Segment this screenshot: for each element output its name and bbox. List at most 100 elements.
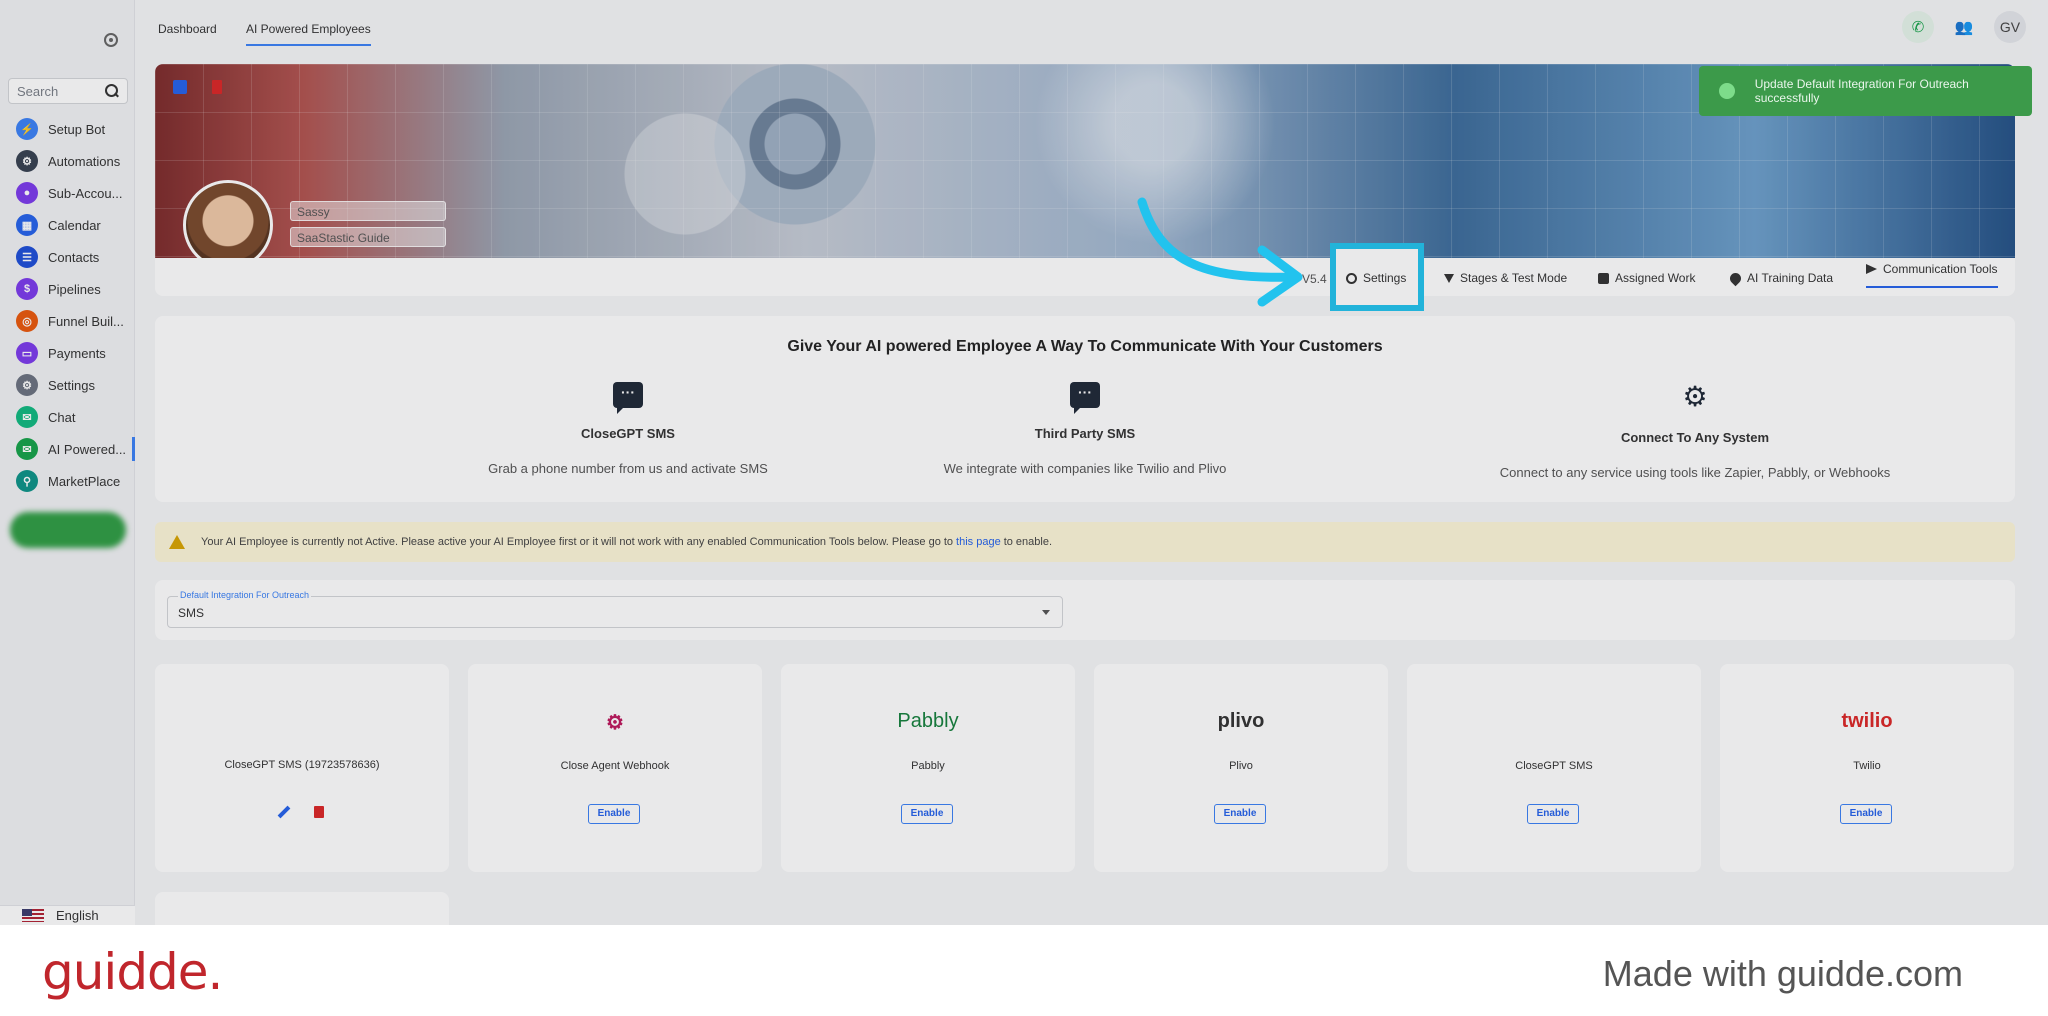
search-input[interactable]: Search: [8, 78, 128, 104]
integration-name: Close Agent Webhook: [560, 760, 670, 772]
sidebar-item-pipelines[interactable]: $ Pipelines: [0, 273, 135, 305]
sidebar-item-setup-bot[interactable]: ⚡ Setup Bot: [0, 113, 135, 145]
edit-icon[interactable]: [277, 805, 291, 819]
send-icon: [1866, 264, 1877, 274]
enable-button[interactable]: Enable: [1840, 804, 1892, 824]
tab-settings-label: Settings: [1363, 271, 1407, 285]
sidebar-item-label: Pipelines: [48, 281, 101, 297]
check-circle-icon: [1719, 83, 1735, 99]
option-desc: Connect to any service using tools like …: [1499, 465, 1891, 480]
sidebar-item-calendar[interactable]: ▦ Calendar: [0, 209, 135, 241]
robot-icon: [1346, 272, 1357, 284]
avatar[interactable]: [183, 180, 273, 270]
option-third-party-sms[interactable]: ··· Third Party SMS We integrate with co…: [825, 382, 1345, 476]
tab-communication-label: Communication Tools: [1883, 262, 1998, 276]
sidebar-item-label: Contacts: [48, 249, 100, 265]
sidebar-item-ai-powered[interactable]: ✉ AI Powered...: [0, 433, 135, 465]
language-label: English: [56, 908, 99, 923]
option-title: Third Party SMS: [1034, 426, 1136, 441]
integration-card-closegpt-sms-number: CloseGPT SMS (19723578636): [155, 664, 449, 872]
sidebar-nav: ⚡ Setup Bot ⚙ Automations ● Sub-Accou... ▦ Cale…: [0, 113, 135, 497]
chevron-down-icon: [1042, 610, 1050, 615]
outreach-panel: Default Integration For Outreach SMS: [155, 580, 2015, 640]
sidebar-item-icon: ⚙: [16, 150, 38, 172]
sidebar-item-label: Automations: [48, 153, 121, 169]
outreach-label: Default Integration For Outreach: [178, 590, 312, 600]
sidebar-item-funnel-buil[interactable]: ◎ Funnel Buil...: [0, 305, 135, 337]
sidebar-item-icon: $: [16, 278, 38, 300]
tab-stages-test-mode[interactable]: Stages & Test Mode: [1444, 268, 1567, 288]
chat-bubble-icon: ···: [613, 382, 643, 414]
sidebar-item-label: Payments: [48, 345, 106, 361]
integration-card-plivo: plivo Plivo Enable: [1094, 664, 1388, 872]
tab-ai-training-data[interactable]: AI Training Data: [1727, 268, 1834, 288]
sidebar-item-label: Setup Bot: [48, 121, 106, 137]
sidebar-item-icon: ◎: [16, 310, 38, 332]
search-icon[interactable]: [105, 84, 119, 98]
image-icon[interactable]: [173, 80, 187, 94]
us-flag-icon: [22, 909, 44, 922]
employee-name-field[interactable]: Sassy: [290, 201, 446, 221]
sidebar-item-icon: ⚲: [16, 470, 38, 492]
option-title: CloseGPT SMS: [581, 426, 675, 441]
outreach-value: SMS: [178, 606, 205, 620]
sidebar-item-icon: ⚙: [16, 374, 38, 396]
trash-icon[interactable]: [212, 80, 222, 94]
sidebar-item-icon: ✉: [16, 406, 38, 428]
enable-button[interactable]: Enable: [588, 804, 640, 824]
sidebar-item-chat[interactable]: ✉ Chat: [0, 401, 135, 433]
enable-button[interactable]: Enable: [1214, 804, 1266, 824]
collapse-sidebar-icon[interactable]: [104, 33, 118, 47]
warning-icon: [169, 535, 185, 549]
webhook-icon: ⚙: [606, 712, 624, 734]
toast-message: Update Default Integration For Outreach …: [1754, 77, 1969, 105]
user-avatar[interactable]: GV: [1994, 11, 2026, 43]
tab-dashboard[interactable]: Dashboard: [158, 22, 217, 36]
sidebar-item-icon: ⚡: [16, 118, 38, 140]
enable-button[interactable]: Enable: [901, 804, 953, 824]
top-bar: Dashboard AI Powered Employees ✆ 👥 GV: [136, 0, 2048, 60]
tab-assigned-work[interactable]: Assigned Work: [1598, 268, 1695, 288]
option-closegpt-sms[interactable]: ··· CloseGPT SMS Grab a phone number fro…: [368, 382, 888, 476]
success-toast: Update Default Integration For Outreach …: [1699, 66, 2032, 116]
users-icon[interactable]: 👥: [1948, 11, 1980, 43]
outreach-select[interactable]: Default Integration For Outreach SMS: [167, 590, 1063, 628]
sidebar-item-icon: ▦: [16, 214, 38, 236]
twilio-logo: twilio: [1841, 710, 1893, 732]
plivo-logo: plivo: [1217, 710, 1265, 732]
integration-card-closegpt-sms: CloseGPT SMS Enable: [1407, 664, 1701, 872]
phone-icon[interactable]: ✆: [1902, 11, 1934, 43]
sidebar-item-icon: ☰: [16, 246, 38, 268]
tab-ai-powered-employees[interactable]: AI Powered Employees: [246, 22, 371, 46]
communication-title: Give Your AI powered Employee A Way To C…: [787, 338, 1383, 355]
warning-link[interactable]: this page: [956, 536, 1001, 548]
webhook-icon: ⚙: [1682, 381, 1708, 412]
sidebar-item-automations[interactable]: ⚙ Automations: [0, 145, 135, 177]
delete-icon[interactable]: [314, 806, 324, 818]
sidebar: Search ⚡ Setup Bot ⚙ Automations ● Sub-Accou.…: [0, 0, 135, 925]
warning-text: Your AI Employee is currently not Active…: [201, 536, 954, 548]
sidebar-item-contacts[interactable]: ☰ Contacts: [0, 241, 135, 273]
blurred-button[interactable]: [10, 512, 126, 548]
sidebar-item-settings[interactable]: ⚙ Settings: [0, 369, 135, 401]
enable-button[interactable]: Enable: [1527, 804, 1579, 824]
sidebar-item-label: Sub-Accou...: [48, 185, 123, 201]
sidebar-item-payments[interactable]: ▭ Payments: [0, 337, 135, 369]
employee-role-field[interactable]: SaaStastic Guide: [290, 227, 446, 247]
tab-settings[interactable]: Settings: [1346, 268, 1406, 288]
sidebar-item-label: Settings: [48, 377, 95, 393]
language-selector[interactable]: English: [0, 905, 135, 925]
sidebar-item-label: Funnel Buil...: [48, 313, 124, 329]
option-connect-any-system[interactable]: ⚙ Connect To Any System Connect to any s…: [1435, 381, 1955, 481]
integration-card-twilio: twilio Twilio Enable: [1720, 664, 2014, 872]
briefcase-icon: [1598, 272, 1609, 284]
integration-card-close-agent-webhook: ⚙ Close Agent Webhook Enable: [468, 664, 762, 872]
sidebar-item-icon: ●: [16, 182, 38, 204]
tab-training-label: AI Training Data: [1747, 271, 1834, 285]
sidebar-item-sub-accou[interactable]: ● Sub-Accou...: [0, 177, 135, 209]
tab-communication-tools[interactable]: Communication Tools: [1866, 262, 1998, 288]
made-with-label: Made with guidde.com: [1602, 953, 1963, 994]
search-placeholder: Search: [17, 83, 59, 99]
integration-name: CloseGPT SMS: [1515, 760, 1593, 772]
sidebar-item-marketplace[interactable]: ⚲ MarketPlace: [0, 465, 135, 497]
